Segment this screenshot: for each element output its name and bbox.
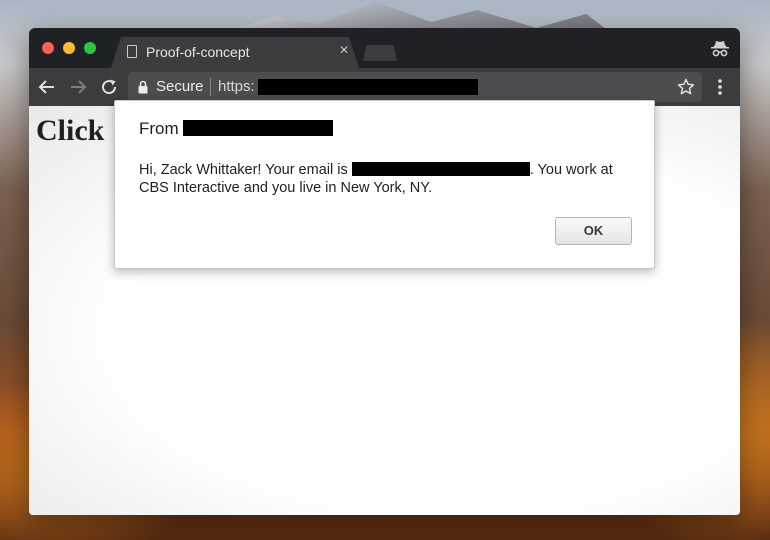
email-redaction	[351, 162, 530, 176]
url-redaction	[258, 79, 478, 95]
back-arrow-icon[interactable]	[38, 78, 56, 96]
forward-arrow-icon[interactable]	[69, 78, 87, 96]
new-tab-button[interactable]	[363, 45, 397, 61]
page-content: Click From Hi, Zack Whittaker! Your emai…	[29, 100, 740, 515]
ok-button[interactable]: OK	[555, 217, 632, 245]
omnibox-divider	[210, 78, 211, 96]
window-maximize-button[interactable]	[84, 42, 96, 54]
incognito-icon	[711, 41, 729, 57]
tab-title: Proof-of-concept	[146, 44, 250, 60]
star-icon[interactable]	[677, 78, 695, 96]
lock-icon	[138, 80, 148, 94]
menu-icon[interactable]	[713, 78, 727, 96]
dialog-from-label: From	[139, 119, 179, 138]
tab-close-button[interactable]: ×	[337, 42, 351, 60]
dialog-message: Hi, Zack Whittaker! Your email is . You …	[139, 161, 639, 197]
javascript-alert-dialog: From Hi, Zack Whittaker! Your email is .…	[114, 100, 655, 269]
origin-redaction	[183, 120, 333, 136]
page-heading: Click	[36, 114, 105, 147]
window-close-button[interactable]	[42, 42, 54, 54]
window-minimize-button[interactable]	[63, 42, 75, 54]
address-bar[interactable]: Secure https:	[128, 72, 702, 102]
page-icon	[127, 45, 137, 58]
security-indicator: Secure	[156, 78, 204, 95]
title-bar: Proof-of-concept ×	[29, 28, 740, 68]
browser-window: Proof-of-concept × Secure https: Click F…	[29, 28, 740, 515]
reload-icon[interactable]	[100, 78, 118, 96]
url-text[interactable]: https:	[218, 78, 255, 95]
message-text-start: Hi, Zack Whittaker! Your email is	[139, 162, 352, 178]
tab-proof-of-concept[interactable]: Proof-of-concept ×	[111, 37, 359, 68]
